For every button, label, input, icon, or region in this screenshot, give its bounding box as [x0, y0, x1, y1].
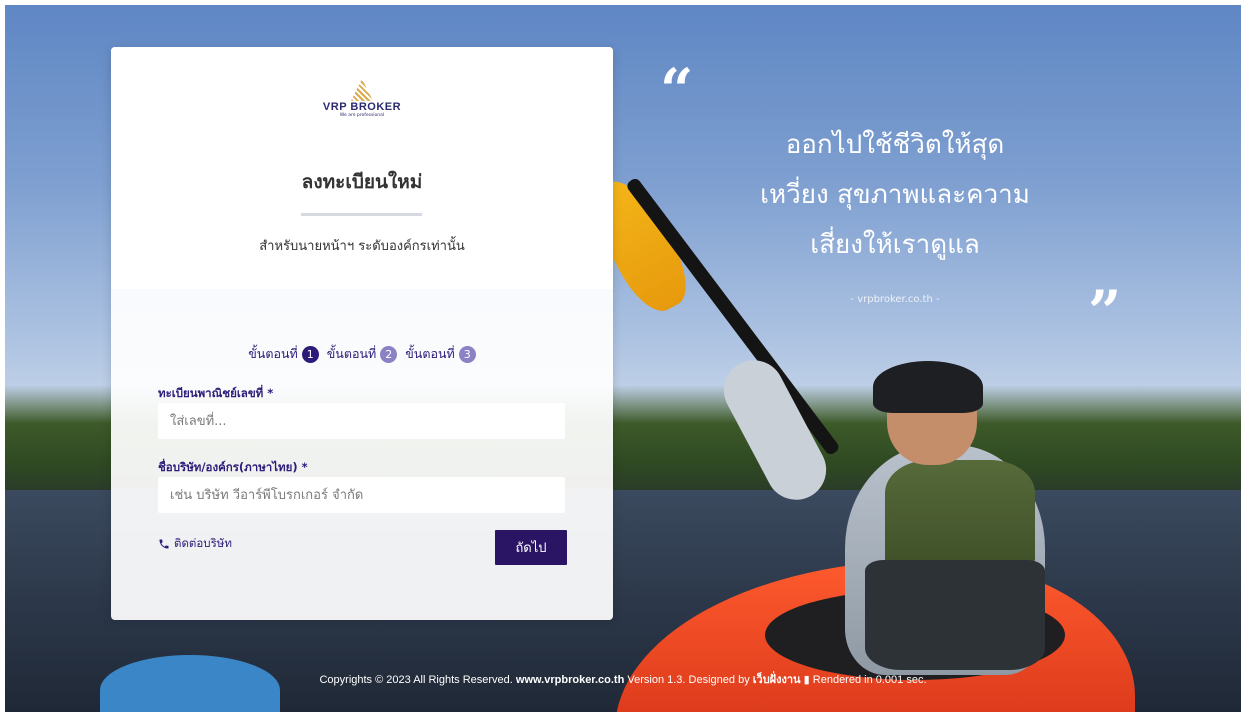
card-header: VRP BROKER We are professional ลงทะเบียน… — [111, 47, 613, 289]
life-vest-bottom — [865, 560, 1045, 670]
step-number: 1 — [301, 345, 319, 363]
footer-site-link[interactable]: www.vrpbroker.co.th — [516, 674, 624, 686]
page-subtitle: สำหรับนายหน้าฯ ระดับองค์กรเท่านั้น — [259, 239, 465, 254]
footer-copyright: Copyrights © 2023 All Rights Reserved. — [319, 674, 513, 686]
step-3: ขั้นตอนที่ 3 — [405, 344, 476, 364]
footer-rendered: Rendered in 0.001 sec. — [812, 674, 927, 686]
title-divider — [301, 213, 422, 216]
registration-number-label: ทะเบียนพาณิชย์เลขที่ * — [158, 386, 274, 400]
signal-icon: ▮ — [803, 674, 810, 686]
registration-card: VRP BROKER We are professional ลงทะเบียน… — [111, 47, 613, 620]
life-vest — [885, 460, 1035, 570]
quote-line: ออกไปใช้ชีวิตให้สุด — [785, 130, 1005, 160]
contact-label: ติดต่อบริษัท — [174, 536, 232, 550]
footer-version: Version 1.3. — [627, 674, 686, 686]
company-name-input[interactable] — [158, 477, 565, 513]
company-name-label: ชื่อบริษัท/องค์กร(ภาษาไทย) * — [158, 460, 308, 474]
quote-line: เสี่ยงให้เราดูแล — [810, 230, 980, 260]
quote-line: เหวี่ยง สุขภาพและความ — [760, 180, 1030, 210]
quote-source: - vrpbroker.co.th - — [850, 294, 940, 305]
footer-designer-link[interactable]: เว็บฝั่งงาน — [753, 674, 801, 686]
step-number: 2 — [380, 345, 398, 363]
phone-icon — [159, 539, 169, 549]
step-label: ขั้นตอนที่ — [248, 346, 298, 361]
brand-tagline: We are professional — [339, 113, 385, 118]
registration-number-input[interactable] — [158, 403, 565, 439]
quote-close-icon: ” — [1088, 278, 1122, 346]
contact-company-link[interactable]: ติดต่อบริษัท — [158, 535, 232, 553]
footer: Copyrights © 2023 All Rights Reserved. w… — [0, 670, 1246, 688]
step-1: ขั้นตอนที่ 1 — [248, 344, 319, 364]
step-indicator: ขั้นตอนที่ 1 ขั้นตอนที่ 2 ขั้นตอนที่ 3 — [111, 344, 613, 364]
brand-logo[interactable]: VRP BROKER We are professional — [311, 79, 413, 129]
step-number: 3 — [458, 345, 476, 363]
kayaker-cap — [873, 361, 983, 413]
quote-open-icon: “ — [660, 56, 694, 124]
logo-mark-icon — [351, 79, 373, 101]
brand-name: VRP BROKER — [322, 101, 402, 113]
step-label: ขั้นตอนที่ — [405, 346, 455, 361]
next-button[interactable]: ถัดไป — [495, 530, 567, 565]
quote-text: ออกไปใช้ชีวิตให้สุด เหวี่ยง สุขภาพและควา… — [700, 120, 1090, 270]
step-label: ขั้นตอนที่ — [326, 346, 377, 361]
page-title: ลงทะเบียนใหม่ — [301, 171, 423, 193]
footer-designed-by: Designed by — [688, 674, 750, 686]
step-2: ขั้นตอนที่ 2 — [327, 344, 398, 364]
